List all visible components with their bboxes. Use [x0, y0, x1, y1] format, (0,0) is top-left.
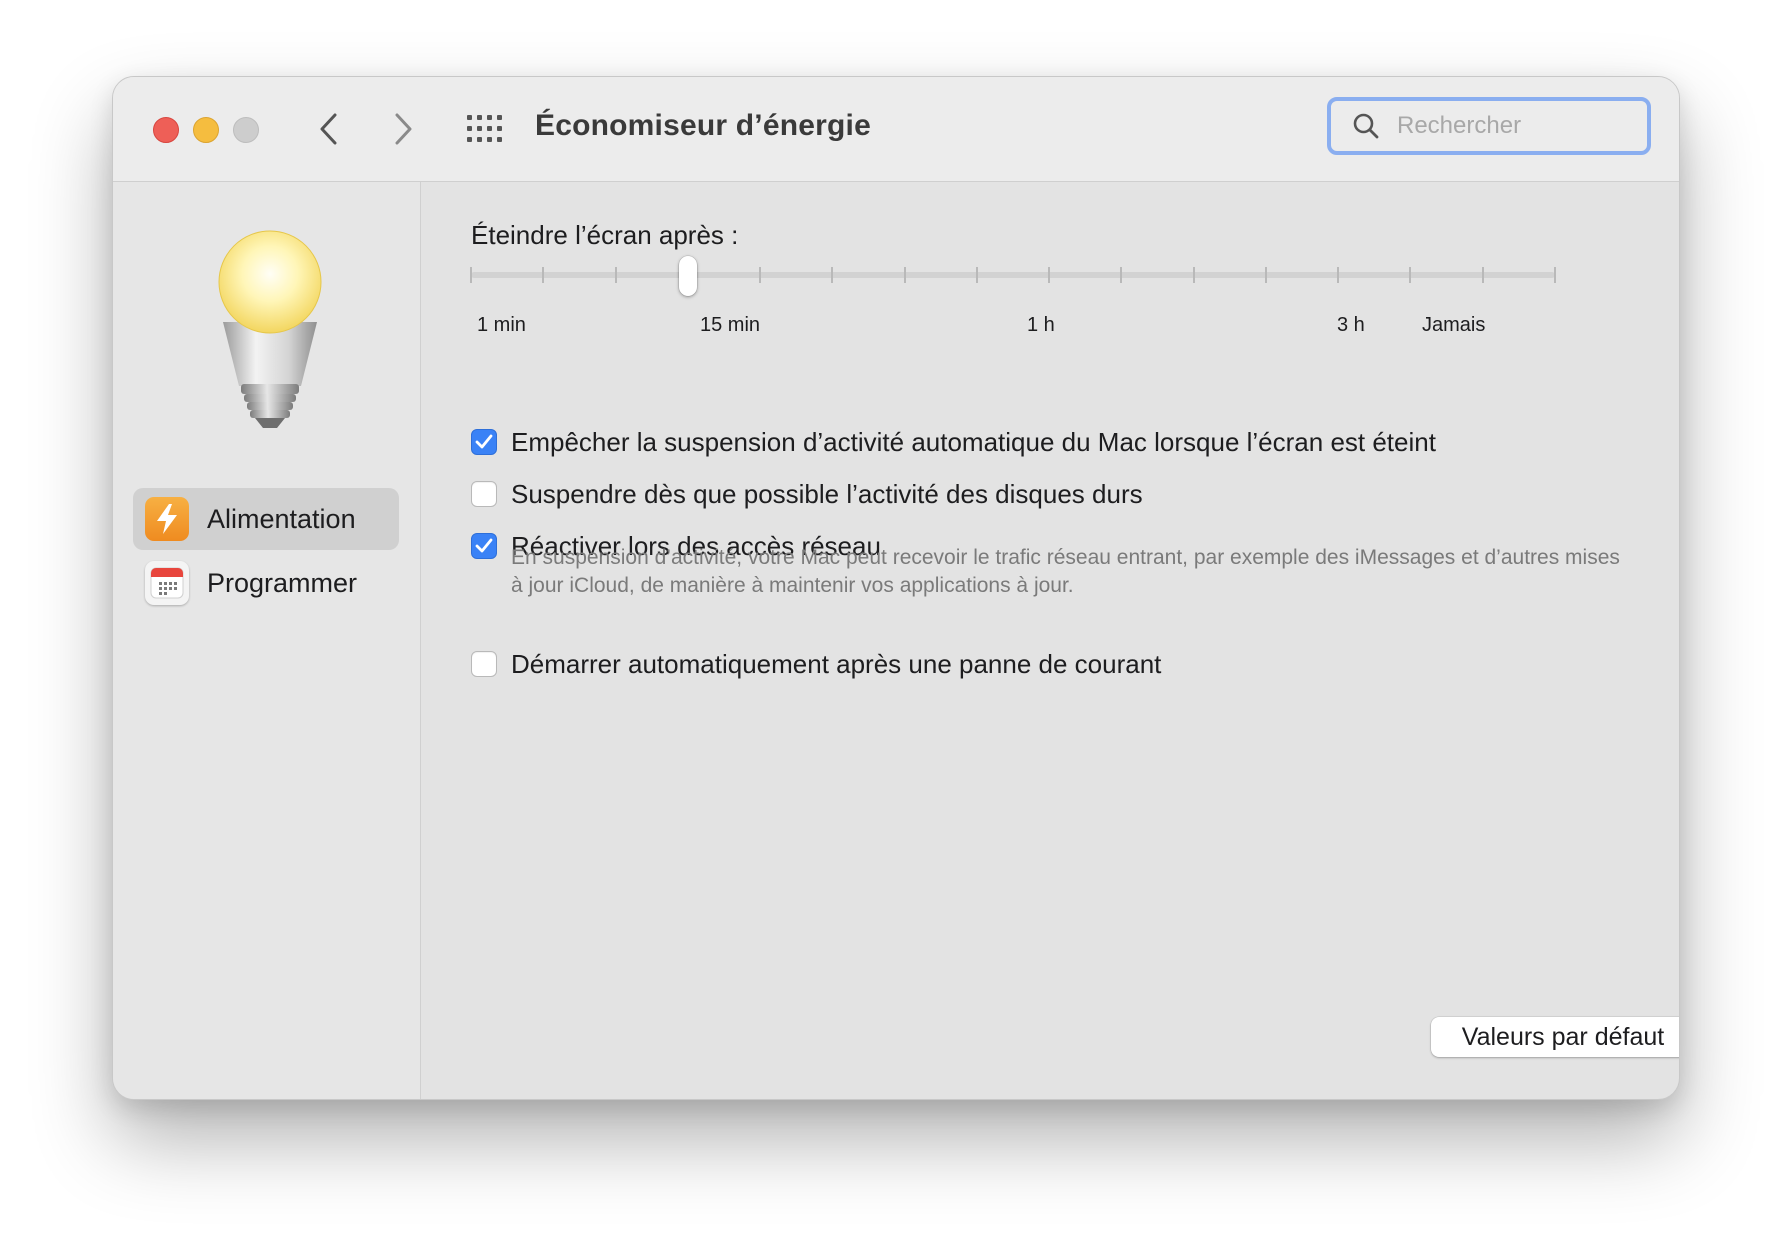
slider-tick: [1192, 267, 1195, 283]
scale-label-1-h: 1 h: [1027, 314, 1055, 336]
slider-tick: [1481, 267, 1484, 283]
wake-network-checkbox[interactable]: [471, 533, 497, 559]
slider-tick: [975, 267, 978, 283]
sidebar-item-alimentation[interactable]: Alimentation: [133, 488, 399, 550]
slider-scale-labels: 1 min 15 min 1 h 3 h Jamais: [421, 314, 1679, 344]
slider-thumb[interactable]: [678, 256, 697, 296]
slider-tick: [1409, 267, 1412, 283]
slider-tick: [1264, 267, 1267, 283]
chevron-right-icon: [395, 113, 412, 145]
system-preferences-window: Économiseur d’énergie Rechercher Aliment…: [112, 76, 1680, 1100]
prevent-sleep-checkbox[interactable]: [471, 429, 497, 455]
scale-label-jamais: Jamais: [1422, 314, 1486, 336]
slider-track: [471, 272, 1555, 278]
display-sleep-slider[interactable]: [470, 256, 1556, 302]
sidebar-item-programmer[interactable]: Programmer: [133, 552, 399, 614]
window-title: Économiseur d’énergie: [535, 109, 871, 142]
scale-label-3-h: 3 h: [1337, 314, 1365, 336]
slider-tick: [1120, 267, 1123, 283]
option-disk-sleep[interactable]: Suspendre dès que possible l’activité de…: [471, 477, 1143, 511]
forward-button[interactable]: [381, 105, 425, 153]
option-auto-restart[interactable]: Démarrer automatiquement après une panne…: [471, 647, 1161, 681]
slider-tick: [470, 267, 472, 283]
main-panel: Éteindre l’écran après : 1 min 15 min 1 …: [421, 182, 1679, 1099]
lightbulb-icon: [205, 226, 335, 436]
close-button[interactable]: [153, 117, 179, 143]
auto-restart-label: Démarrer automatiquement après une panne…: [511, 648, 1162, 679]
search-field[interactable]: [1327, 97, 1651, 155]
show-all-grid-icon: [467, 115, 502, 142]
restore-defaults-button[interactable]: Valeurs par défaut: [1431, 1017, 1679, 1057]
scale-label-1-min: 1 min: [477, 314, 526, 336]
auto-restart-checkbox[interactable]: [471, 651, 497, 677]
sidebar-item-label: Alimentation: [207, 503, 356, 534]
slider-tick: [831, 267, 834, 283]
slider-tick: [1337, 267, 1340, 283]
lightning-bolt-icon: [145, 497, 189, 541]
slider-tick: [542, 267, 545, 283]
slider-tick: [1554, 267, 1556, 283]
option-prevent-sleep[interactable]: Empêcher la suspension d’activité automa…: [471, 425, 1436, 459]
search-icon: [1351, 111, 1381, 141]
chevron-left-icon: [320, 113, 337, 145]
scale-label-15-min: 15 min: [700, 314, 761, 336]
search-input[interactable]: [1395, 111, 1639, 141]
slider-tick: [759, 267, 762, 283]
zoom-button[interactable]: [233, 117, 259, 143]
back-button[interactable]: [307, 105, 351, 153]
calendar-icon: [145, 561, 189, 605]
disk-sleep-checkbox[interactable]: [471, 481, 497, 507]
slider-tick: [614, 267, 617, 283]
wake-network-description: En suspension d’activité, votre Mac peut…: [511, 546, 1620, 597]
slider-tick: [903, 267, 906, 283]
show-all-button[interactable]: [463, 109, 507, 149]
sidebar-item-label: Programmer: [207, 567, 358, 598]
prevent-sleep-label: Empêcher la suspension d’activité automa…: [511, 426, 1436, 457]
title-bar: Économiseur d’énergie: [113, 77, 1679, 182]
display-sleep-label: Éteindre l’écran après :: [471, 220, 739, 250]
slider-tick: [1048, 267, 1051, 283]
minimize-button[interactable]: [193, 117, 219, 143]
disk-sleep-label: Suspendre dès que possible l’activité de…: [511, 478, 1143, 509]
sidebar: Alimentation Programmer: [113, 182, 421, 1099]
